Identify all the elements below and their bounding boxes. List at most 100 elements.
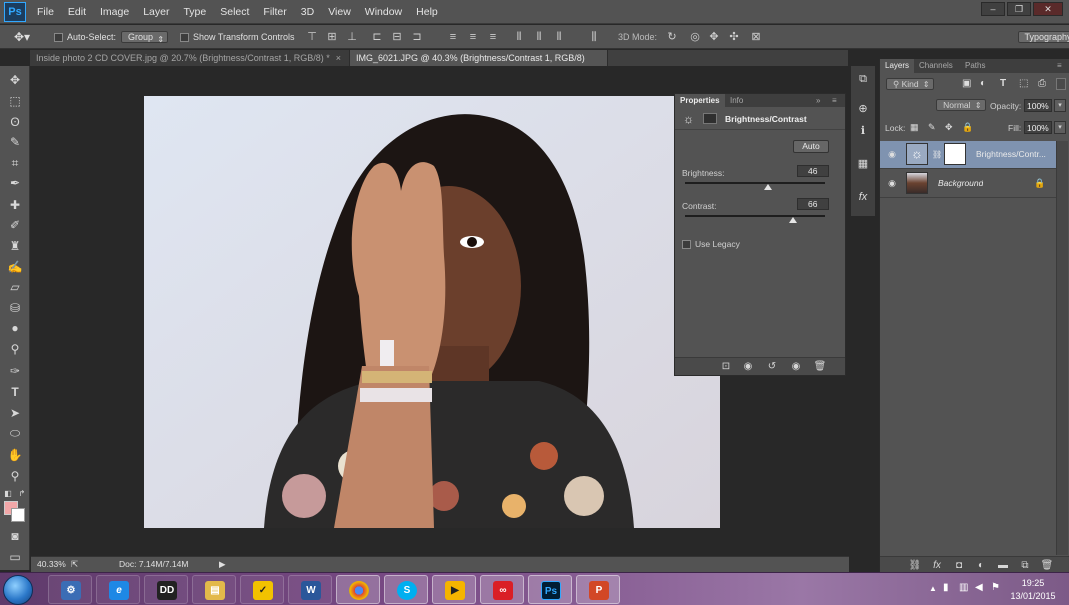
auto-select-option[interactable]: Auto-Select:	[54, 29, 116, 45]
auto-select-checkbox[interactable]	[54, 33, 63, 43]
volume-icon[interactable]: ◀	[975, 582, 983, 593]
layer-visibility-eye-icon[interactable]: ◉	[886, 149, 898, 159]
tab-close-icon[interactable]: ×	[336, 53, 341, 63]
filter-toggle-icon[interactable]	[1056, 78, 1066, 90]
blur-tool-icon[interactable]: ●	[4, 319, 26, 337]
pen-tool-icon[interactable]: ✑	[4, 362, 26, 380]
contrast-input[interactable]: 66	[797, 198, 829, 210]
history-brush-tool-icon[interactable]: ✍	[4, 258, 26, 276]
flag-icon[interactable]: ⚑	[991, 582, 1000, 593]
eyedropper-tool-icon[interactable]: ✒	[4, 174, 26, 192]
taskbar-word[interactable]: W	[288, 575, 332, 604]
distribute-bottom-icon[interactable]: ≡	[486, 30, 500, 44]
contrast-slider-thumb[interactable]	[788, 217, 797, 223]
lock-position-icon[interactable]: ✥	[945, 122, 953, 133]
menu-help[interactable]: Help	[409, 0, 445, 24]
taskbar-app-1[interactable]: ⚙	[48, 575, 92, 604]
move-tool-icon[interactable]: ✥	[4, 71, 26, 89]
clock-time[interactable]: 19:25	[1003, 578, 1063, 588]
reset-icon[interactable]: ↺	[765, 361, 779, 373]
swatches-panel-icon[interactable]: ▦	[854, 155, 872, 173]
healing-brush-tool-icon[interactable]: ✚	[4, 196, 26, 214]
distribute-right-icon[interactable]: ⫴	[552, 30, 566, 44]
menu-edit[interactable]: Edit	[61, 0, 93, 24]
styles-panel-icon[interactable]: fx	[854, 188, 872, 206]
menu-3d[interactable]: 3D	[294, 0, 321, 24]
taskbar-creative-cloud[interactable]: ∞	[480, 575, 524, 604]
screen-mode-icon[interactable]: ▭	[4, 548, 26, 566]
align-hcenter-icon[interactable]: ⊟	[390, 30, 404, 44]
menu-image[interactable]: Image	[93, 0, 136, 24]
lock-image-icon[interactable]: ✎	[928, 122, 936, 133]
taskbar-media-player[interactable]: ▶	[432, 575, 476, 604]
distribute-hcenter-icon[interactable]: ⫴	[532, 30, 546, 44]
3d-rotate-icon[interactable]: ↻	[665, 30, 679, 44]
menu-file[interactable]: File	[30, 0, 61, 24]
tab-channels[interactable]: Channels	[914, 59, 958, 73]
layer-mask-thumbnail[interactable]	[944, 143, 966, 165]
quick-mask-icon[interactable]: ◙	[4, 527, 26, 545]
layer-brightness-contrast[interactable]: ◉ ☼ ⛓ Brightness/Contr...	[880, 141, 1056, 169]
align-left-icon[interactable]: ⊏	[370, 30, 384, 44]
status-menu-arrow-icon[interactable]: ▶	[219, 559, 226, 570]
3d-slide-icon[interactable]: ✣	[727, 30, 741, 44]
filter-kind-dropdown[interactable]: ⚲ Kind	[886, 78, 934, 90]
brush-tool-icon[interactable]: ✐	[4, 216, 26, 234]
lock-transparent-icon[interactable]: ▦	[910, 122, 919, 133]
taskbar-powerpoint[interactable]: P	[576, 575, 620, 604]
menu-view[interactable]: View	[321, 0, 358, 24]
filter-shape-icon[interactable]: ⬚	[1019, 78, 1028, 89]
zoom-tool-icon[interactable]: ⚲	[4, 467, 26, 485]
brightness-input[interactable]: 46	[797, 165, 829, 177]
menu-window[interactable]: Window	[358, 0, 409, 24]
clone-stamp-tool-icon[interactable]: ♜	[4, 237, 26, 255]
distribute-left-icon[interactable]: ⫴	[512, 30, 526, 44]
opacity-dropdown-arrow-icon[interactable]: ▾	[1054, 99, 1066, 112]
tab-img-6021[interactable]: IMG_6021.JPG @ 40.3% (Brightness/Contras…	[350, 50, 608, 79]
new-adjustment-layer-icon[interactable]: ◐	[974, 560, 988, 572]
power-icon[interactable]: ▮	[943, 582, 949, 593]
clip-to-layer-icon[interactable]: ⊡	[719, 361, 733, 373]
filter-smart-object-icon[interactable]: ⎙	[1038, 78, 1046, 89]
document-image[interactable]	[144, 96, 720, 528]
taskbar-norton[interactable]: ✓	[240, 575, 284, 604]
delete-layer-icon[interactable]: 🗑	[1040, 560, 1054, 572]
taskbar-explorer[interactable]: ▤	[192, 575, 236, 604]
tab-info[interactable]: Info	[725, 94, 748, 107]
history-panel-icon[interactable]: ⧉	[854, 70, 872, 88]
link-layers-icon[interactable]: ⛓	[908, 560, 922, 572]
tab-layers[interactable]: Layers	[880, 59, 915, 73]
fill-dropdown-arrow-icon[interactable]: ▾	[1054, 121, 1066, 134]
network-icon[interactable]: ▥	[959, 582, 968, 593]
lasso-tool-icon[interactable]: ʘ	[4, 113, 26, 131]
hand-tool-icon[interactable]: ✋	[4, 446, 26, 464]
layers-scrollbar[interactable]	[1056, 141, 1068, 555]
paint-bucket-tool-icon[interactable]: ⛁	[4, 299, 26, 317]
dodge-tool-icon[interactable]: ⚲	[4, 340, 26, 358]
auto-select-dropdown[interactable]: Group	[121, 31, 169, 43]
layer-background[interactable]: ◉ Background 🔒	[880, 170, 1056, 198]
filter-pixel-icon[interactable]: ▣	[962, 78, 971, 89]
new-group-icon[interactable]: ▬	[996, 560, 1010, 572]
start-button-icon[interactable]	[3, 575, 33, 605]
3d-pan-icon[interactable]: ✥	[707, 30, 721, 44]
taskbar-photoshop[interactable]: Ps	[528, 575, 572, 604]
align-bottom-icon[interactable]: ⊥	[345, 30, 359, 44]
taskbar-internet-explorer[interactable]: e	[96, 575, 140, 604]
taskbar-skype[interactable]: S	[384, 575, 428, 604]
brightness-slider-thumb[interactable]	[763, 184, 772, 190]
visibility-eye-icon[interactable]: ◉	[789, 361, 803, 373]
tab-inside-photo[interactable]: Inside photo 2 CD COVER.jpg @ 20.7% (Bri…	[30, 50, 350, 66]
layer-style-icon[interactable]: fx	[930, 560, 944, 572]
taskbar-dolby[interactable]: DD	[144, 575, 188, 604]
layer-mask-icon[interactable]	[703, 113, 717, 124]
contrast-slider[interactable]	[685, 215, 825, 217]
marquee-tool-icon[interactable]: ⬚	[4, 92, 26, 110]
use-legacy-option[interactable]: Use Legacy	[682, 239, 740, 250]
menu-select[interactable]: Select	[213, 0, 256, 24]
delete-adjustment-icon[interactable]: 🗑	[813, 361, 827, 373]
align-right-icon[interactable]: ⊐	[410, 30, 424, 44]
zoom-level[interactable]: 40.33%	[37, 559, 66, 569]
auto-button[interactable]: Auto	[793, 140, 829, 153]
layer-visibility-eye-icon[interactable]: ◉	[886, 178, 898, 188]
